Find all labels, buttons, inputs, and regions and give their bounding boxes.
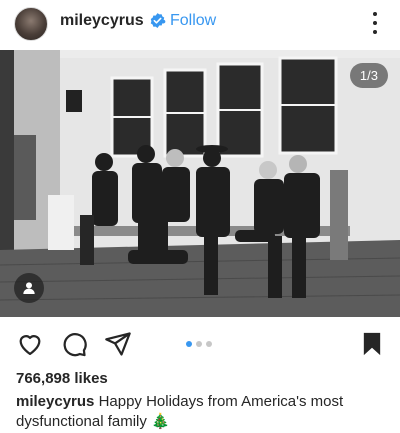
paper-plane-icon[interactable] [104, 330, 132, 358]
heart-icon[interactable] [16, 330, 44, 358]
caption-username[interactable]: mileycyrus [16, 393, 94, 410]
carousel-dot [206, 341, 212, 347]
bookmark-icon[interactable] [358, 330, 386, 358]
user-tag-icon[interactable] [14, 273, 44, 303]
username[interactable]: mileycyrus [60, 12, 144, 30]
post-photo[interactable]: 1/3 [0, 50, 400, 317]
carousel-dot [196, 341, 202, 347]
carousel-indicator [186, 341, 212, 347]
image-counter: 1/3 [349, 63, 388, 88]
post-header: mileycyrus • Follow [0, 0, 400, 50]
christmas-tree-emoji: 🎄 [151, 413, 170, 430]
comment-bubble-icon[interactable] [60, 330, 88, 358]
avatar[interactable] [14, 7, 48, 41]
post-photo-image [0, 50, 400, 317]
follow-button[interactable]: Follow [170, 12, 216, 30]
action-bar [0, 322, 400, 366]
likes-count[interactable]: 766,898 likes [16, 370, 108, 387]
post-caption: mileycyrus Happy Holidays from America's… [16, 392, 386, 432]
separator-dot: • [161, 13, 166, 29]
carousel-dot-active [186, 341, 192, 347]
more-options-icon[interactable] [372, 12, 378, 34]
